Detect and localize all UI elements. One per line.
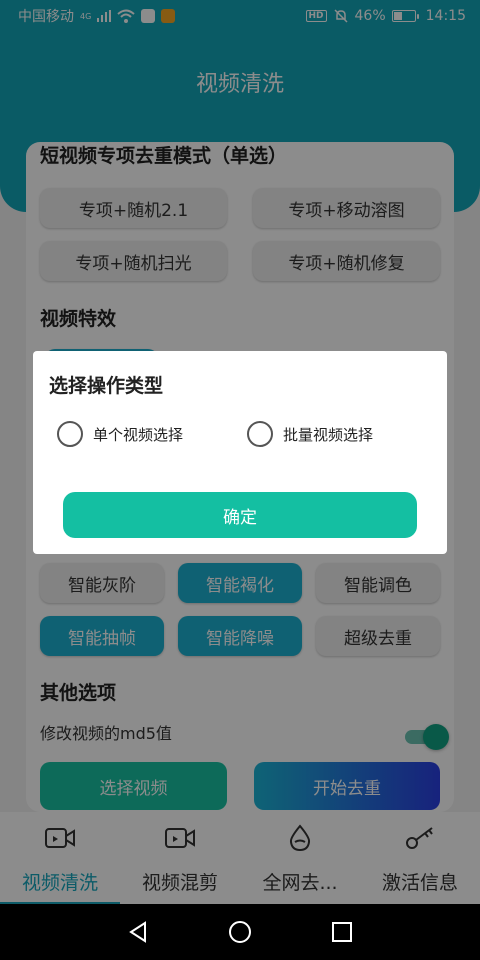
- home-icon[interactable]: [226, 918, 254, 946]
- radio-batch-video[interactable]: 批量视频选择: [247, 421, 373, 447]
- back-icon[interactable]: [124, 918, 152, 946]
- operation-type-dialog: 选择操作类型 单个视频选择 批量视频选择 确定: [33, 351, 447, 554]
- confirm-button[interactable]: 确定: [63, 492, 417, 538]
- radio-label: 单个视频选择: [93, 425, 184, 444]
- system-nav-bar: [0, 904, 480, 960]
- radio-circle-icon: [57, 421, 83, 447]
- dialog-title: 选择操作类型: [49, 375, 164, 397]
- radio-single-video[interactable]: 单个视频选择: [57, 421, 183, 447]
- recents-icon[interactable]: [328, 918, 356, 946]
- radio-circle-icon: [247, 421, 273, 447]
- radio-label: 批量视频选择: [283, 425, 374, 444]
